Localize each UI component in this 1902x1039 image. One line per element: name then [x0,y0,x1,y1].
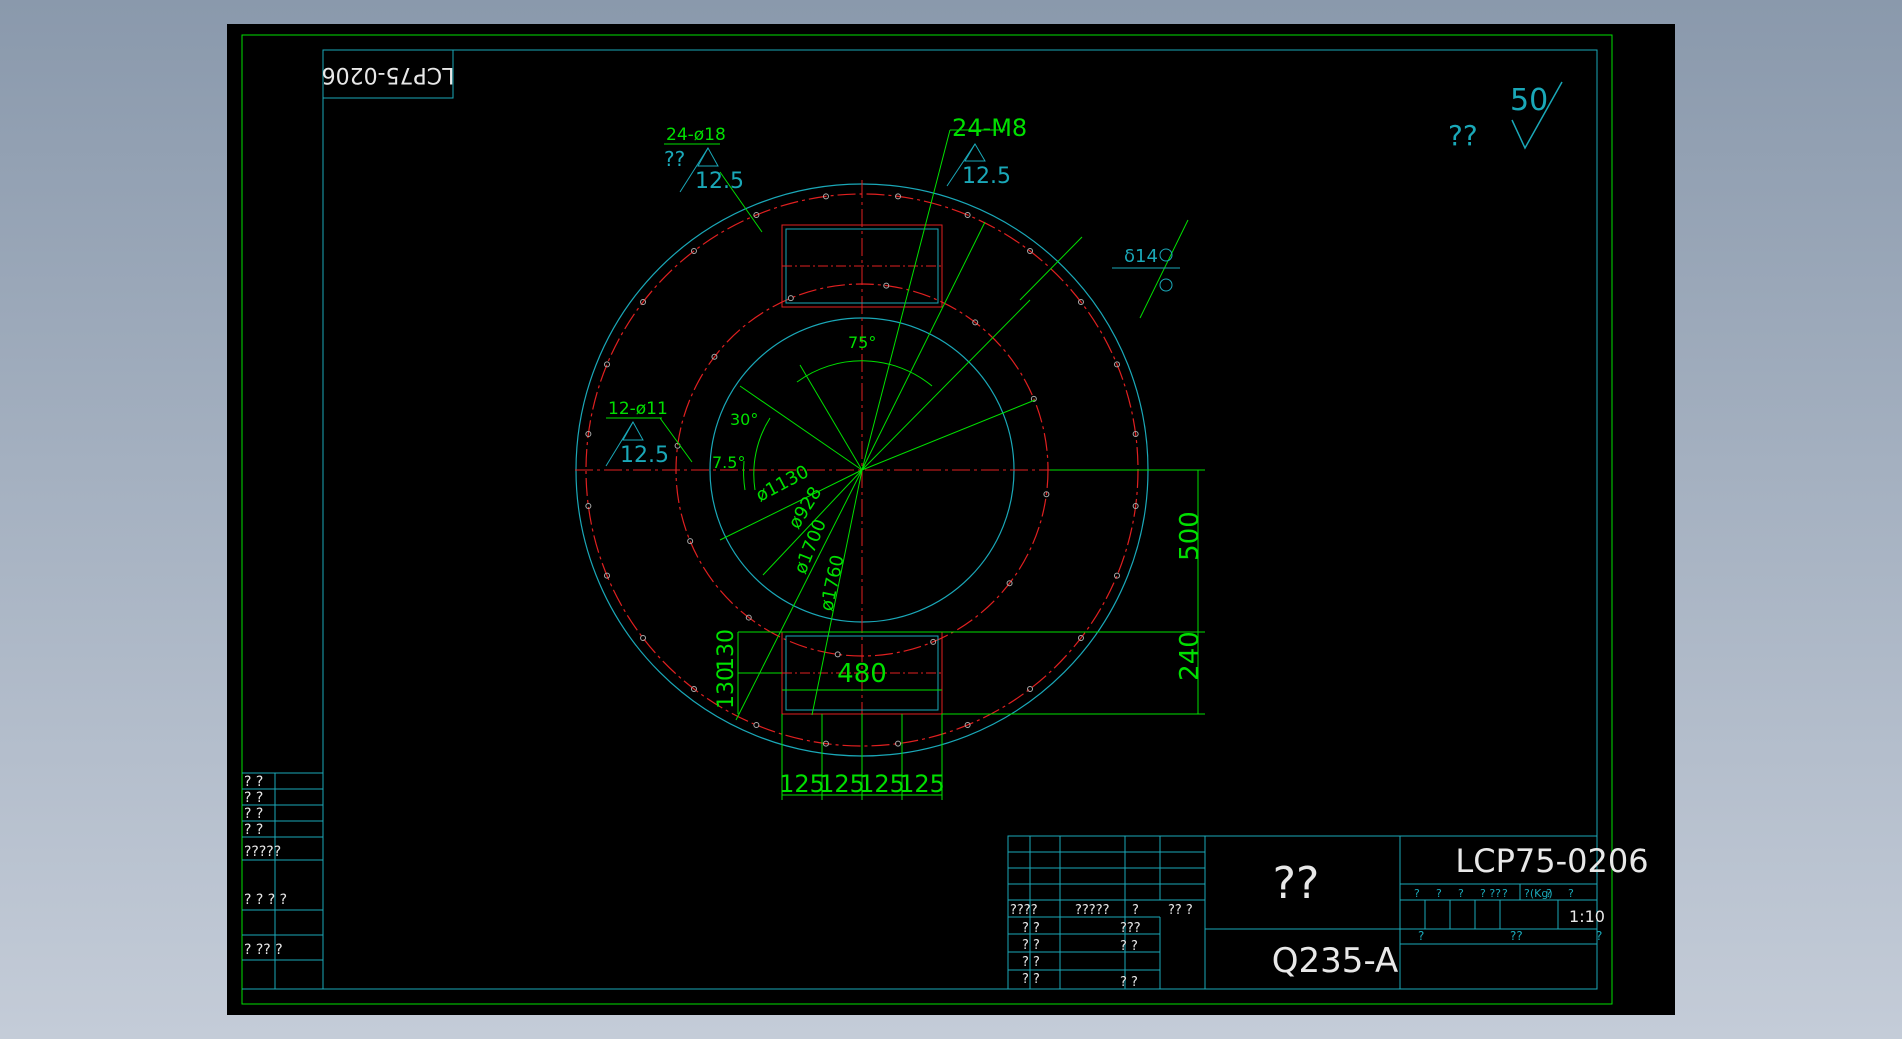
dim-500: 500 [1175,511,1205,561]
left-column-label: ? ? [244,790,263,806]
callout-holes-top: 24-ø18 ?? 12.5 [664,125,744,194]
outer-hole [1113,572,1120,579]
thickness-symbol-icon [1159,278,1173,292]
dim-240: 240 [1175,631,1205,681]
title-block-info: ? [1458,887,1464,900]
angle-75-label: 75° [848,333,876,352]
ra-triangle-icon [622,420,644,441]
thickness-callout: δ14 [1112,246,1180,292]
left-column-labels: ? ?? ?? ?? ??????? ? ? ?? ?? ? [244,774,287,958]
left-column-label: ? ? ? ? [244,892,287,908]
title-block-cell: ? ? [1022,938,1040,953]
dim-dia-1760: ø1760 [816,553,848,613]
part-name: ?? [1273,858,1320,909]
mirrored-number-box: LCP75-0206 [322,49,455,99]
left-column-label: ? ? [244,822,263,838]
dim-130-upper: 130 [714,629,739,671]
title-block-info: ? [1502,887,1508,900]
holes-top-ra: 12.5 [695,169,744,194]
title-block-cell: ??? [1120,921,1141,936]
dim-125-c: 125 [859,770,905,798]
left-column-label: ????? [244,844,281,860]
title-block-cell: ? ? [1120,939,1138,954]
title-block-info: ? [1546,887,1552,900]
inner-border [322,49,1598,990]
title-block-label: ? [1132,903,1139,918]
callout-threads: 24-M8 12.5 [946,114,1027,189]
inner-hole [687,538,694,545]
title-block-info: ? ?? [1480,887,1501,900]
outer-hole [640,635,647,642]
title-block-label: ?? ? [1168,903,1193,918]
title-block-cell: ? ? [1022,972,1040,987]
ra-triangle-icon [964,143,986,162]
angle-7-5-label: 7.5° [712,453,745,472]
dim-130-lower: 130 [714,667,739,709]
scale: 1:10 [1569,907,1605,926]
dim-125-d: 125 [899,770,945,798]
general-roughness: ?? 50 [1448,81,1563,152]
outer-border [241,34,1613,1005]
title-block-info: ? [1436,887,1442,900]
left-column-label: ? ? [244,806,263,822]
roughness-value: 50 [1510,83,1548,118]
threads-label: 24-M8 [952,114,1027,142]
angle-30-label: 30° [730,410,758,429]
drawing-number: LCP75-0206 [1455,842,1648,880]
callout-holes-left: 12-ø11 12.5 [605,399,669,468]
title-block-info: ? [1414,887,1420,900]
left-column-label: ? ? [244,774,263,790]
holes-left-ra: 12.5 [620,443,669,468]
threads-ra: 12.5 [962,164,1011,189]
title-block-cell: ? ? [1022,921,1040,936]
title-block-label: ???? [1010,903,1038,918]
holes-top-label: 24-ø18 [666,125,726,145]
holes-left-label: 12-ø11 [608,399,668,419]
inner-hole [787,295,794,302]
dim-480: 480 [837,659,887,689]
material: Q235-A [1272,941,1398,981]
roughness-note: ?? [1448,119,1478,152]
outer-hole [1027,685,1034,692]
holes-top-note: ?? [664,147,685,171]
title-block-info: ? [1568,887,1574,900]
title-block-cell: ? ? [1022,955,1040,970]
title-block-bottom: ?? [1510,929,1523,943]
outer-hole [895,740,902,747]
title-block-bottom: ? [1596,929,1602,943]
title-block-cell: ? ? [1120,975,1138,990]
title-block-label: ????? [1075,903,1110,918]
mirrored-drawing-number: LCP75-0206 [322,62,455,87]
left-column-label: ? ?? ? [244,942,283,958]
sheet-frame [241,34,1613,1005]
outer-hole [604,361,611,368]
title-block-bottom: ? [1418,929,1424,943]
thickness-label: δ14 [1124,246,1158,267]
dim-125-b: 125 [819,770,865,798]
dim-125-a: 125 [779,770,825,798]
outer-hole [753,721,760,728]
cad-drawing-canvas[interactable]: LCP75-0206 ?? 50 500 240 480 125 125 125… [0,0,1902,1039]
ra-triangle-icon [697,146,719,167]
